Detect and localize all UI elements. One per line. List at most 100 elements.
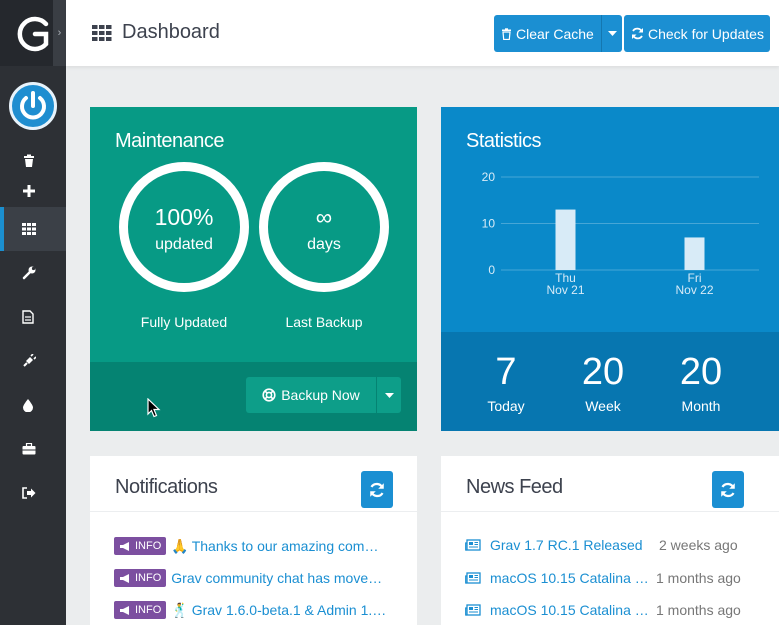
updated-value: 100% xyxy=(154,204,214,230)
sidebar-collapse-toggle[interactable]: › xyxy=(53,0,66,66)
life-ring-icon xyxy=(262,388,276,402)
refresh-icon xyxy=(631,27,644,40)
updated-label: Fully Updated xyxy=(140,314,228,330)
plug-icon xyxy=(23,354,36,367)
notification-emoji: 🕺 xyxy=(171,601,189,618)
news-item-time: 1 months ago xyxy=(656,602,741,618)
notification-item[interactable]: INFO 🕺 Grav 1.6.0-beta.1 & Admin 1.… xyxy=(114,600,404,620)
news-divider xyxy=(441,511,779,512)
caret-down-icon xyxy=(607,31,617,36)
notifications-refresh-button[interactable] xyxy=(361,471,393,508)
chart-x-tick-label: Nov 22 xyxy=(675,283,713,297)
backup-dropdown-button[interactable] xyxy=(377,377,401,413)
info-badge: INFO xyxy=(114,569,167,587)
news-item-title[interactable]: macOS 10.15 Catalina … xyxy=(490,602,654,618)
chart-bar xyxy=(684,237,705,270)
sidebar-item-add[interactable] xyxy=(0,175,66,207)
statistics-chart: 01020ThuNov 21FriNov 22 xyxy=(441,162,779,332)
sidebar-item-logout[interactable] xyxy=(0,477,66,509)
briefcase-icon xyxy=(22,443,36,455)
refresh-icon xyxy=(370,482,384,497)
notification-text[interactable]: Thanks to our amazing com… xyxy=(192,538,379,554)
trash-icon xyxy=(24,154,34,167)
file-icon xyxy=(22,310,34,324)
maintenance-card: Maintenance 100% updated Fully Updated ∞… xyxy=(90,107,417,431)
chart-y-tick-label: 10 xyxy=(482,217,496,231)
chart-bar xyxy=(555,209,576,270)
info-badge-label: INFO xyxy=(135,540,162,552)
info-badge-label: INFO xyxy=(135,604,162,616)
chart-y-tick-label: 0 xyxy=(488,263,495,277)
bullhorn-icon xyxy=(120,605,129,615)
sidebar-item-plugins[interactable] xyxy=(0,345,66,377)
clear-cache-label: Clear Cache xyxy=(516,25,594,42)
stat-today-value: 7 xyxy=(495,351,517,393)
info-badge: INFO xyxy=(114,601,167,619)
sidebar-item-tools[interactable] xyxy=(0,433,66,465)
page-title: Dashboard xyxy=(92,21,220,44)
bullhorn-icon xyxy=(120,573,129,583)
page-title-text: Dashboard xyxy=(122,21,220,43)
sidebar-item-configuration[interactable] xyxy=(0,257,66,289)
avatar[interactable] xyxy=(9,82,57,130)
news-item-title[interactable]: Grav 1.7 RC.1 Released xyxy=(490,537,654,553)
chart-x-tick-label: Nov 21 xyxy=(546,283,584,297)
grid-icon xyxy=(22,223,36,235)
chart-y-tick-label: 20 xyxy=(482,170,496,184)
statistics-card: Statistics 0 10 20 Thu Nov 21 Fri Nov 22 7 Tod… xyxy=(441,107,779,431)
notifications-card: Notifications INFO 🙏 Thanks to our amazi… xyxy=(90,456,417,625)
notification-text[interactable]: Grav 1.6.0-beta.1 & Admin 1.… xyxy=(192,602,387,618)
clear-cache-button[interactable]: Clear Cache xyxy=(494,15,601,52)
statistics-title: Statistics xyxy=(466,130,542,152)
news-item-title[interactable]: macOS 10.15 Catalina … xyxy=(490,570,654,586)
news-item[interactable]: macOS 10.15 Catalina … 1 months ago xyxy=(465,600,775,620)
stat-month: 20 Month xyxy=(656,352,746,414)
notifications-title: Notifications xyxy=(115,476,218,498)
stat-month-label: Month xyxy=(681,398,721,414)
news-item[interactable]: Grav 1.7 RC.1 Released 2 weeks ago xyxy=(465,535,775,555)
check-updates-label: Check for Updates xyxy=(648,25,764,42)
news-refresh-button[interactable] xyxy=(712,471,744,508)
check-updates-button[interactable]: Check for Updates xyxy=(624,15,770,52)
newspaper-icon xyxy=(465,572,481,584)
stat-today: 7 Today xyxy=(461,352,551,414)
news-item[interactable]: macOS 10.15 Catalina … 1 months ago xyxy=(465,568,775,588)
tint-icon xyxy=(23,399,33,412)
news-feed-card: News Feed Grav 1.7 RC.1 Released 2 weeks… xyxy=(441,456,779,625)
top-bar: Dashboard Clear Cache Check for Updates xyxy=(66,0,779,66)
statistics-footer: 7 Today 20 Week 20 Month xyxy=(441,332,779,431)
caret-down-icon xyxy=(384,392,394,398)
info-badge: INFO xyxy=(114,537,167,555)
stat-week: 20 Week xyxy=(558,352,648,414)
sidebar-item-themes[interactable] xyxy=(0,389,66,421)
sidebar-item-clear-cache[interactable] xyxy=(0,145,66,177)
sidebar-item-dashboard[interactable] xyxy=(0,207,66,251)
stat-week-value: 20 xyxy=(581,351,625,393)
newspaper-icon xyxy=(465,539,481,551)
backup-now-label: Backup Now xyxy=(281,387,360,403)
backup-now-button[interactable]: Backup Now xyxy=(246,377,376,413)
plus-icon xyxy=(23,185,35,197)
news-feed-title: News Feed xyxy=(466,476,563,498)
grid-icon xyxy=(92,24,112,41)
backup-value: ∞ xyxy=(315,204,333,230)
sidebar: › xyxy=(0,0,66,625)
wrench-icon xyxy=(22,266,36,280)
backup-unit: days xyxy=(307,236,341,253)
mouse-cursor-icon xyxy=(147,398,161,418)
grav-logo-icon xyxy=(17,16,49,52)
clear-cache-dropdown-button[interactable] xyxy=(601,15,622,52)
info-badge-label: INFO xyxy=(135,572,162,584)
stat-month-value: 20 xyxy=(679,351,723,393)
notifications-divider xyxy=(90,511,417,512)
stat-today-label: Today xyxy=(487,398,525,414)
notification-item[interactable]: INFO 🙏 Thanks to our amazing com… xyxy=(114,536,404,556)
notification-text[interactable]: Grav community chat has move… xyxy=(171,570,382,586)
refresh-icon xyxy=(721,482,735,497)
sidebar-item-pages[interactable] xyxy=(0,301,66,333)
power-icon xyxy=(20,91,46,120)
bullhorn-icon xyxy=(120,541,129,551)
notification-item[interactable]: INFO Grav community chat has move… xyxy=(114,568,404,588)
trash-icon xyxy=(501,27,512,40)
newspaper-icon xyxy=(465,604,481,616)
